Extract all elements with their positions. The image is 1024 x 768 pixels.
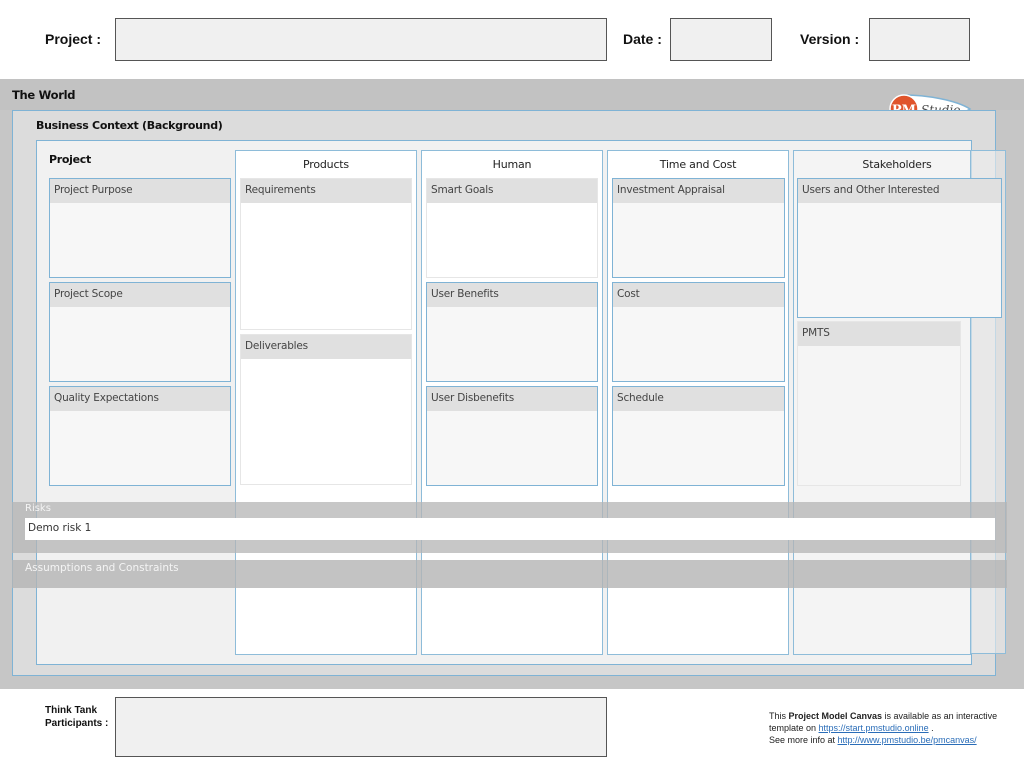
- project-input[interactable]: [115, 18, 607, 61]
- users-interested-box[interactable]: Users and Other Interested: [797, 178, 1002, 318]
- assumptions-title: Assumptions and Constraints: [25, 562, 179, 574]
- note-prefix: This: [769, 711, 789, 721]
- project-column-title: Project: [49, 153, 91, 166]
- box-label: Requirements: [241, 179, 411, 203]
- start-link[interactable]: https://start.pmstudio.online: [819, 723, 929, 733]
- box-label: PMTS: [798, 322, 960, 346]
- box-label: Project Scope: [50, 283, 230, 307]
- user-disbenefits-box[interactable]: User Disbenefits: [426, 386, 598, 486]
- note-bold: Project Model Canvas: [788, 711, 883, 721]
- human-column-title: Human: [492, 158, 532, 171]
- world-header-band: [0, 79, 1024, 110]
- pmts-box[interactable]: PMTS: [797, 321, 961, 486]
- participants-label-line1: Think Tank: [45, 705, 98, 716]
- stakeholders-column-title: Stakeholders: [862, 158, 932, 171]
- business-context-title: Business Context (Background): [36, 119, 223, 132]
- version-input[interactable]: [869, 18, 970, 61]
- box-label: Cost: [613, 283, 784, 307]
- requirements-box[interactable]: Requirements: [240, 178, 412, 330]
- note-after-link: .: [928, 723, 934, 733]
- risk-item[interactable]: Demo risk 1: [25, 518, 995, 540]
- project-purpose-box[interactable]: Project Purpose: [49, 178, 231, 278]
- smart-goals-box[interactable]: Smart Goals: [426, 178, 598, 278]
- investment-appraisal-box[interactable]: Investment Appraisal: [612, 178, 785, 278]
- box-label: User Benefits: [427, 283, 597, 307]
- participants-label-line2: Participants :: [45, 718, 109, 729]
- box-label: Users and Other Interested: [798, 179, 1001, 203]
- box-label: Schedule: [613, 387, 784, 411]
- products-column-title: Products: [303, 158, 349, 171]
- risks-title: Risks: [25, 503, 51, 514]
- time-cost-column-title: Time and Cost: [659, 158, 737, 171]
- date-input[interactable]: [670, 18, 772, 61]
- project-label: Project :: [45, 31, 102, 47]
- box-label: Smart Goals: [427, 179, 597, 203]
- pmcanvas-link[interactable]: http://www.pmstudio.be/pmcanvas/: [838, 735, 977, 745]
- quality-expectations-box[interactable]: Quality Expectations: [49, 386, 231, 486]
- schedule-box[interactable]: Schedule: [612, 386, 785, 486]
- footer-note: This Project Model Canvas is available a…: [769, 710, 1019, 746]
- box-label: Project Purpose: [50, 179, 230, 203]
- world-title: The World: [12, 88, 76, 102]
- cost-box[interactable]: Cost: [612, 282, 785, 382]
- version-label: Version :: [800, 31, 860, 47]
- project-scope-box[interactable]: Project Scope: [49, 282, 231, 382]
- participants-label: Think Tank Participants :: [45, 704, 108, 730]
- deliverables-box[interactable]: Deliverables: [240, 334, 412, 485]
- date-label: Date :: [623, 31, 662, 47]
- box-label: User Disbenefits: [427, 387, 597, 411]
- participants-input[interactable]: [115, 697, 607, 757]
- note-line3: See more info at: [769, 735, 838, 745]
- box-label: Deliverables: [241, 335, 411, 359]
- box-label: Investment Appraisal: [613, 179, 784, 203]
- user-benefits-box[interactable]: User Benefits: [426, 282, 598, 382]
- box-label: Quality Expectations: [50, 387, 230, 411]
